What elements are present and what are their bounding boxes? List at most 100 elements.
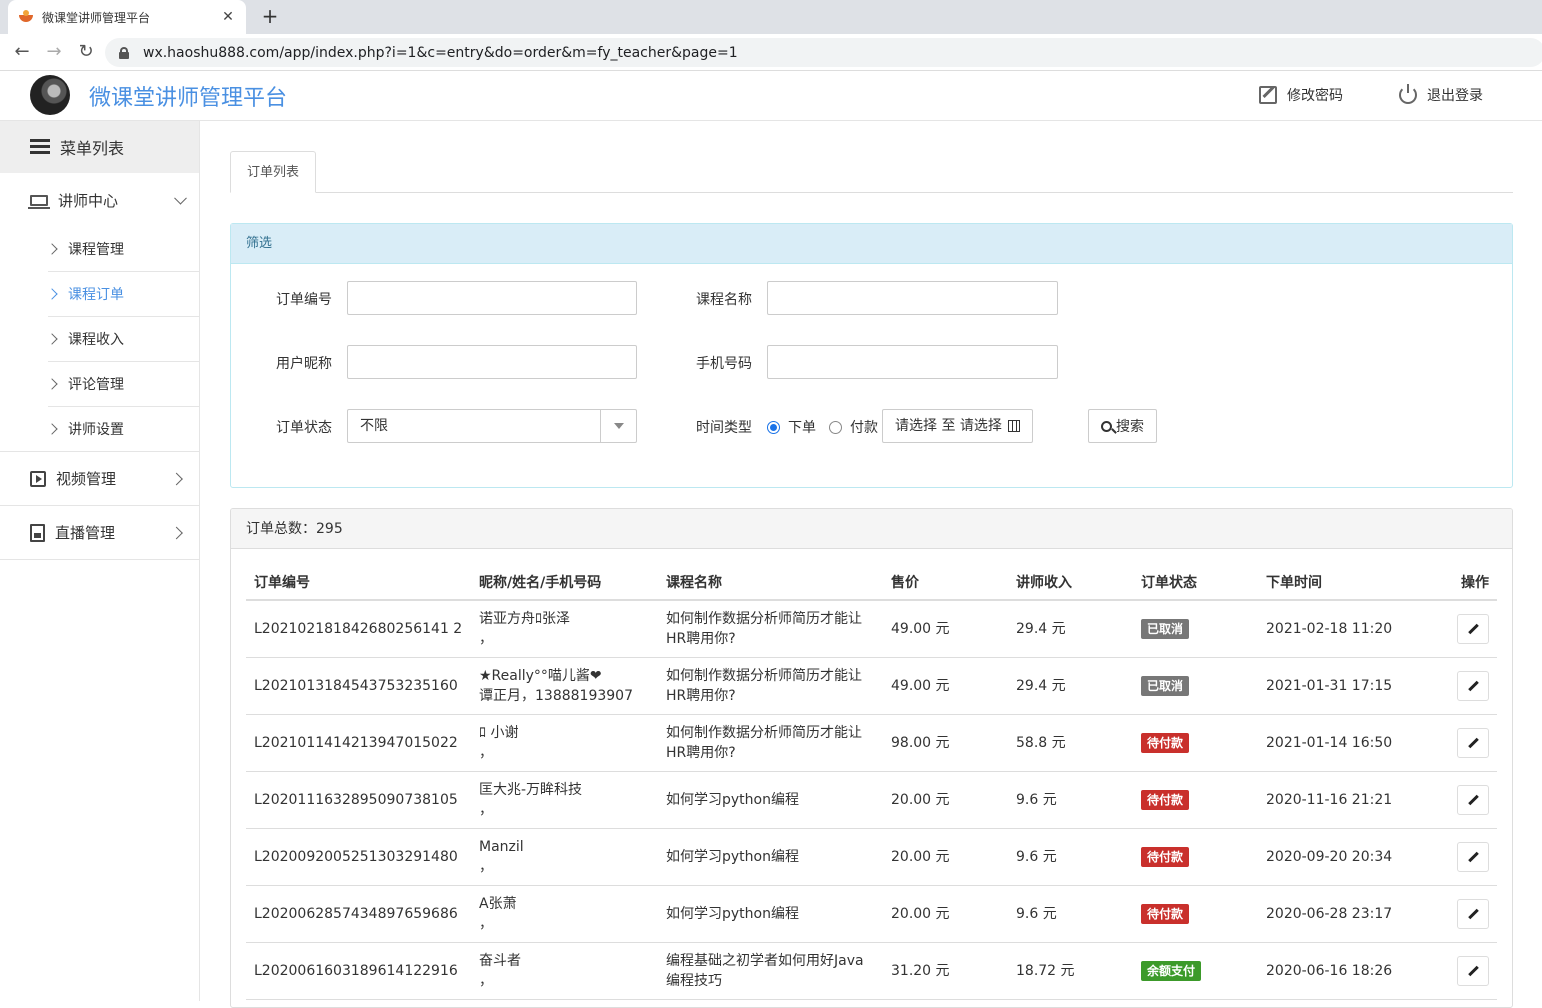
sidebar-item-label: 评论管理 (68, 377, 124, 393)
col-order-no: 订单编号 (246, 564, 471, 601)
sidebar-item-course-income[interactable]: 课程收入 (46, 317, 199, 362)
course-name: 如何学习python编程 (658, 771, 883, 829)
nickname-input[interactable] (347, 345, 637, 379)
browser-tab[interactable]: 微课堂讲师管理平台 ✕ (8, 0, 246, 34)
chevron-right-icon (46, 288, 58, 300)
menu-header: 菜单列表 (0, 121, 199, 173)
status-cell: 已取消 (1133, 600, 1258, 658)
order-no: L202102181842680256141 2 (246, 600, 471, 658)
status-cell: 待付款 (1133, 771, 1258, 829)
radio-unchecked-icon (829, 420, 842, 434)
col-course: 课程名称 (658, 564, 883, 601)
new-tab-icon[interactable]: + (258, 4, 282, 28)
url-box[interactable]: wx.haoshu888.com/app/index.php?i=1&c=ent… (105, 38, 1542, 67)
reload-icon[interactable]: ↻ (74, 40, 98, 64)
edit-button[interactable] (1457, 784, 1489, 815)
col-user: 昵称/姓名/手机号码 (471, 564, 658, 601)
back-icon[interactable]: ← (10, 40, 34, 64)
calendar-icon (1007, 420, 1020, 432)
sidebar-item-label: 课程管理 (68, 242, 124, 258)
phone-label: 手机号码 (696, 356, 752, 372)
radio-order-time[interactable]: 下单 (767, 417, 816, 437)
time-type-label: 时间类型 (696, 420, 752, 436)
change-password-button[interactable]: 修改密码 (1259, 85, 1343, 105)
course-name: 如何学习python编程 (658, 828, 883, 886)
status-badge: 待付款 (1141, 846, 1190, 867)
income: 29.4 元 (1008, 657, 1133, 715)
menu-title: 菜单列表 (60, 139, 125, 158)
sidebar-group-teacher-center[interactable]: 讲师中心 (0, 173, 199, 227)
price: 49.00 元 (883, 657, 1008, 715)
status-badge: 已取消 (1141, 675, 1190, 696)
forward-icon[interactable]: → (42, 40, 66, 64)
edit-button[interactable] (1457, 727, 1489, 758)
course-name: 如何制作数据分析师简历才能让HR聘用你? (658, 714, 883, 772)
browser-tabbar: 微课堂讲师管理平台 ✕ + (0, 0, 1542, 34)
user-name-phone: ， (479, 858, 493, 875)
user-nickname: Manzil (479, 838, 524, 855)
status-label: 订单状态 (276, 420, 332, 436)
income: 58.8 元 (1008, 714, 1133, 772)
logout-label: 退出登录 (1427, 88, 1483, 104)
status-badge: 待付款 (1141, 903, 1190, 924)
sidebar-item-course-manage[interactable]: 课程管理 (46, 227, 199, 272)
action-cell (1428, 885, 1497, 943)
lock-icon (119, 46, 129, 59)
chevron-right-icon (46, 378, 58, 390)
action-cell (1428, 942, 1497, 1000)
orders-panel: 订单总数：295 订单编号 昵称/姓名/手机号码 课程名称 售价 讲师收入 订单… (230, 508, 1513, 1008)
action-cell (1428, 714, 1497, 772)
sidebar-group-label: 讲师中心 (58, 191, 119, 210)
power-icon (1399, 84, 1417, 104)
tab-order-list[interactable]: 订单列表 (230, 151, 317, 193)
app-header: 微课堂讲师管理平台 修改密码 退出登录 (0, 71, 1542, 121)
sidebar-group-live[interactable]: 直播管理 (0, 506, 199, 560)
radio-pay-time[interactable]: 付款 (829, 417, 878, 437)
date-range-picker[interactable]: 请选择 至 请选择 (882, 409, 1033, 443)
edit-button[interactable] (1457, 841, 1489, 872)
search-label: 搜索 (1116, 419, 1144, 435)
edit-button[interactable] (1457, 898, 1489, 929)
course-name: 如何制作数据分析师简历才能让HR聘用你? (658, 600, 883, 658)
logout-button[interactable]: 退出登录 (1399, 84, 1483, 105)
edit-button[interactable] (1457, 955, 1489, 986)
avatar (30, 75, 70, 115)
video-icon (30, 470, 46, 487)
price: 20.00 元 (883, 828, 1008, 886)
tab-bar: 订单列表 (230, 151, 1513, 193)
sidebar-group-video[interactable]: 视频管理 (0, 452, 199, 506)
close-icon[interactable]: ✕ (220, 9, 236, 25)
edit-button[interactable] (1457, 613, 1489, 644)
order-no: L2020061603189614122916 (246, 942, 471, 1000)
sidebar-item-teacher-settings[interactable]: 讲师设置 (0, 407, 199, 452)
action-cell (1428, 600, 1497, 658)
status-select-value: 不限 (360, 418, 388, 434)
phone-input[interactable] (767, 345, 1058, 379)
income: 29.4 元 (1008, 600, 1133, 658)
price: 49.00 元 (883, 600, 1008, 658)
user-cell: Manzil ， (471, 828, 658, 886)
status-badge: 待付款 (1141, 732, 1190, 753)
course-name-label: 课程名称 (696, 292, 752, 308)
browser-tab-title: 微课堂讲师管理平台 (42, 10, 151, 25)
order-no: L2020111632895090738105 (246, 771, 471, 829)
order-no-input[interactable] (347, 281, 637, 315)
sidebar-item-comment-manage[interactable]: 评论管理 (46, 362, 199, 407)
col-income: 讲师收入 (1008, 564, 1133, 601)
user-nickname: 诺亚方舟ﾛ张泽 (479, 610, 570, 627)
status-select[interactable]: 不限 (347, 409, 637, 443)
sidebar-item-course-orders[interactable]: 课程订单 (46, 272, 199, 317)
income: 18.72 元 (1008, 942, 1133, 1000)
user-name-phone: ， (479, 972, 493, 989)
chevron-right-icon (46, 423, 58, 435)
status-cell: 待付款 (1133, 828, 1258, 886)
course-name-input[interactable] (767, 281, 1058, 315)
search-button[interactable]: 搜索 (1088, 409, 1157, 443)
user-cell: ★Really°°喵儿酱❤ 谭正月，13888193907 (471, 657, 658, 715)
page-title: 微课堂讲师管理平台 (89, 86, 288, 111)
laptop-icon (28, 194, 50, 209)
nickname-label: 用户昵称 (276, 356, 332, 372)
table-row: L2021011414213947015022 ﾛ 小谢 ， 如何制作数据分析师简历才… (246, 714, 1497, 772)
edit-button[interactable] (1457, 670, 1489, 701)
action-cell (1428, 657, 1497, 715)
